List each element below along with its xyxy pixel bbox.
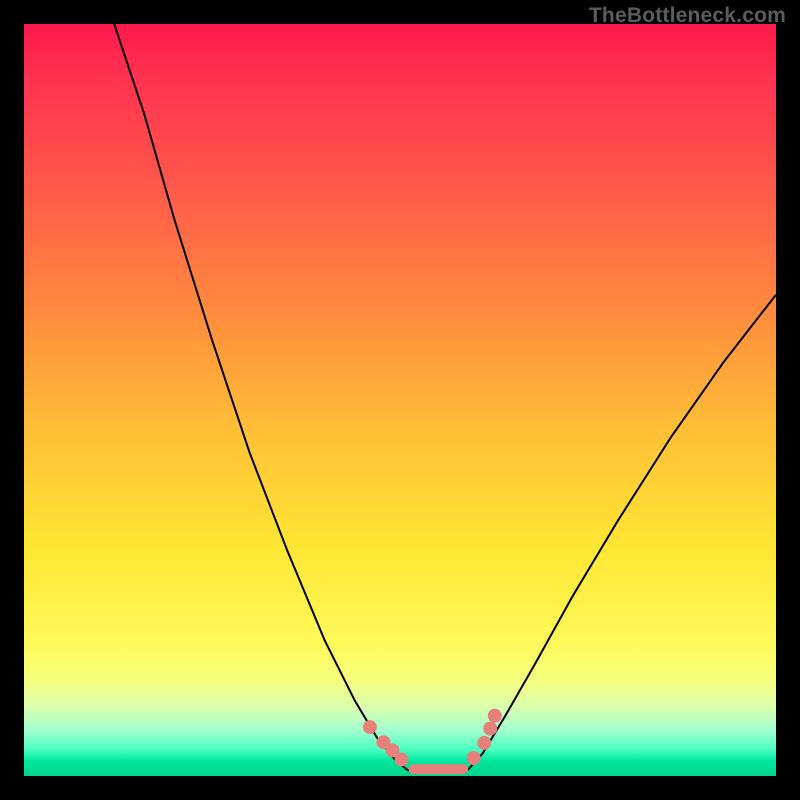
data-marker (483, 722, 497, 736)
data-marker (488, 709, 502, 723)
chart-frame: TheBottleneck.com (0, 0, 800, 800)
left-curve (114, 24, 407, 770)
marker-layer (363, 709, 502, 769)
watermark-text: TheBottleneck.com (589, 4, 786, 28)
curve-layer (24, 24, 776, 776)
right-curve (468, 295, 776, 770)
data-marker (363, 720, 377, 734)
data-marker (467, 751, 481, 765)
data-marker (395, 753, 409, 767)
plot-area (24, 24, 776, 776)
curve-group (114, 24, 776, 772)
data-marker (477, 736, 491, 750)
